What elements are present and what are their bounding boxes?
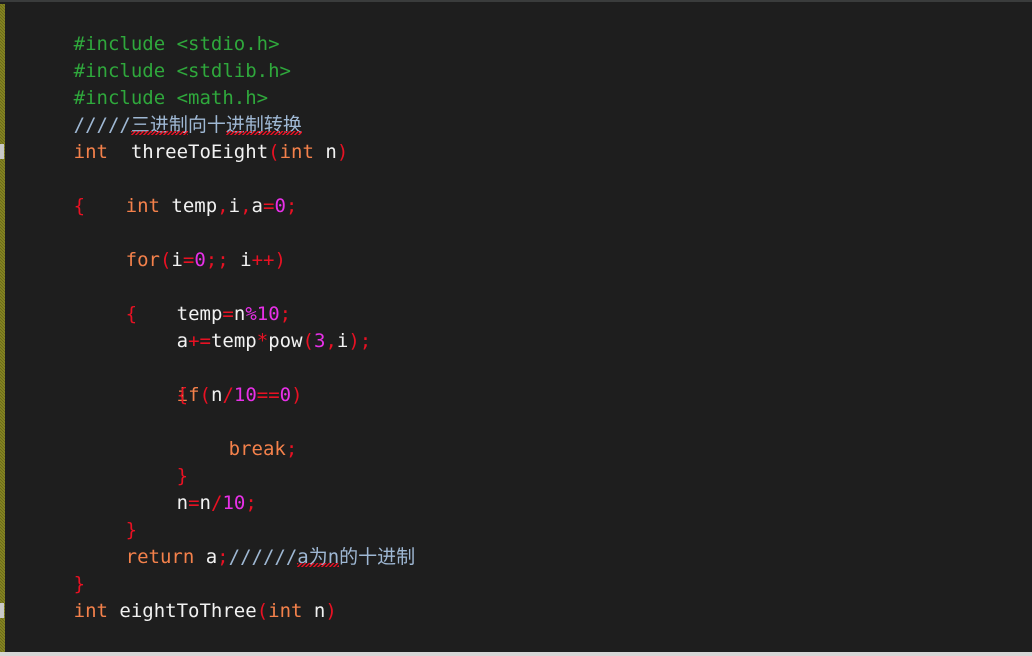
code-editor-window: #include <stdio.h> #include <stdlib.h> #… (0, 0, 1032, 656)
code-line[interactable]: break; (0, 409, 1032, 460)
code-line[interactable]: int eightToThree(int n) (0, 571, 1032, 622)
code-line[interactable]: temp=n%10; (0, 274, 1032, 325)
code-line[interactable]: n=n/10; (0, 463, 1032, 514)
code-line-blank[interactable] (0, 382, 1032, 409)
code-line[interactable]: #include <stdio.h> (0, 4, 1032, 55)
code-line[interactable]: /////三进制向十进制转换 (0, 85, 1032, 136)
code-line[interactable]: int threeToEight(int n) (0, 112, 1032, 163)
gutter-mark[interactable] (0, 144, 4, 159)
code-line[interactable]: } (0, 544, 1032, 595)
code-text-area[interactable]: #include <stdio.h> #include <stdlib.h> #… (0, 4, 1032, 648)
code-line[interactable]: { (0, 139, 1032, 217)
code-line-blank[interactable] (0, 193, 1032, 220)
code-line[interactable]: } (0, 490, 1032, 541)
code-line[interactable]: int temp,i,a=0; (0, 166, 1032, 217)
code-line[interactable]: #include <stdlib.h> (0, 31, 1032, 82)
code-line[interactable]: return a;//////a为n的十进制 (0, 517, 1032, 568)
code-line[interactable]: for(i=0;; i++) (0, 220, 1032, 271)
code-line[interactable]: { (0, 355, 1032, 406)
code-line[interactable]: { (0, 598, 1032, 625)
code-line[interactable]: } (0, 436, 1032, 487)
code-line[interactable]: { (0, 247, 1032, 325)
code-line[interactable]: #include <math.h> (0, 58, 1032, 109)
code-line[interactable]: int temp,i,a=0; (0, 625, 1032, 648)
code-line[interactable]: a+=temp*pow(3,i); (0, 301, 1032, 352)
gutter-mark[interactable] (0, 603, 4, 618)
code-line[interactable]: if(n/10==0) (0, 328, 1032, 406)
